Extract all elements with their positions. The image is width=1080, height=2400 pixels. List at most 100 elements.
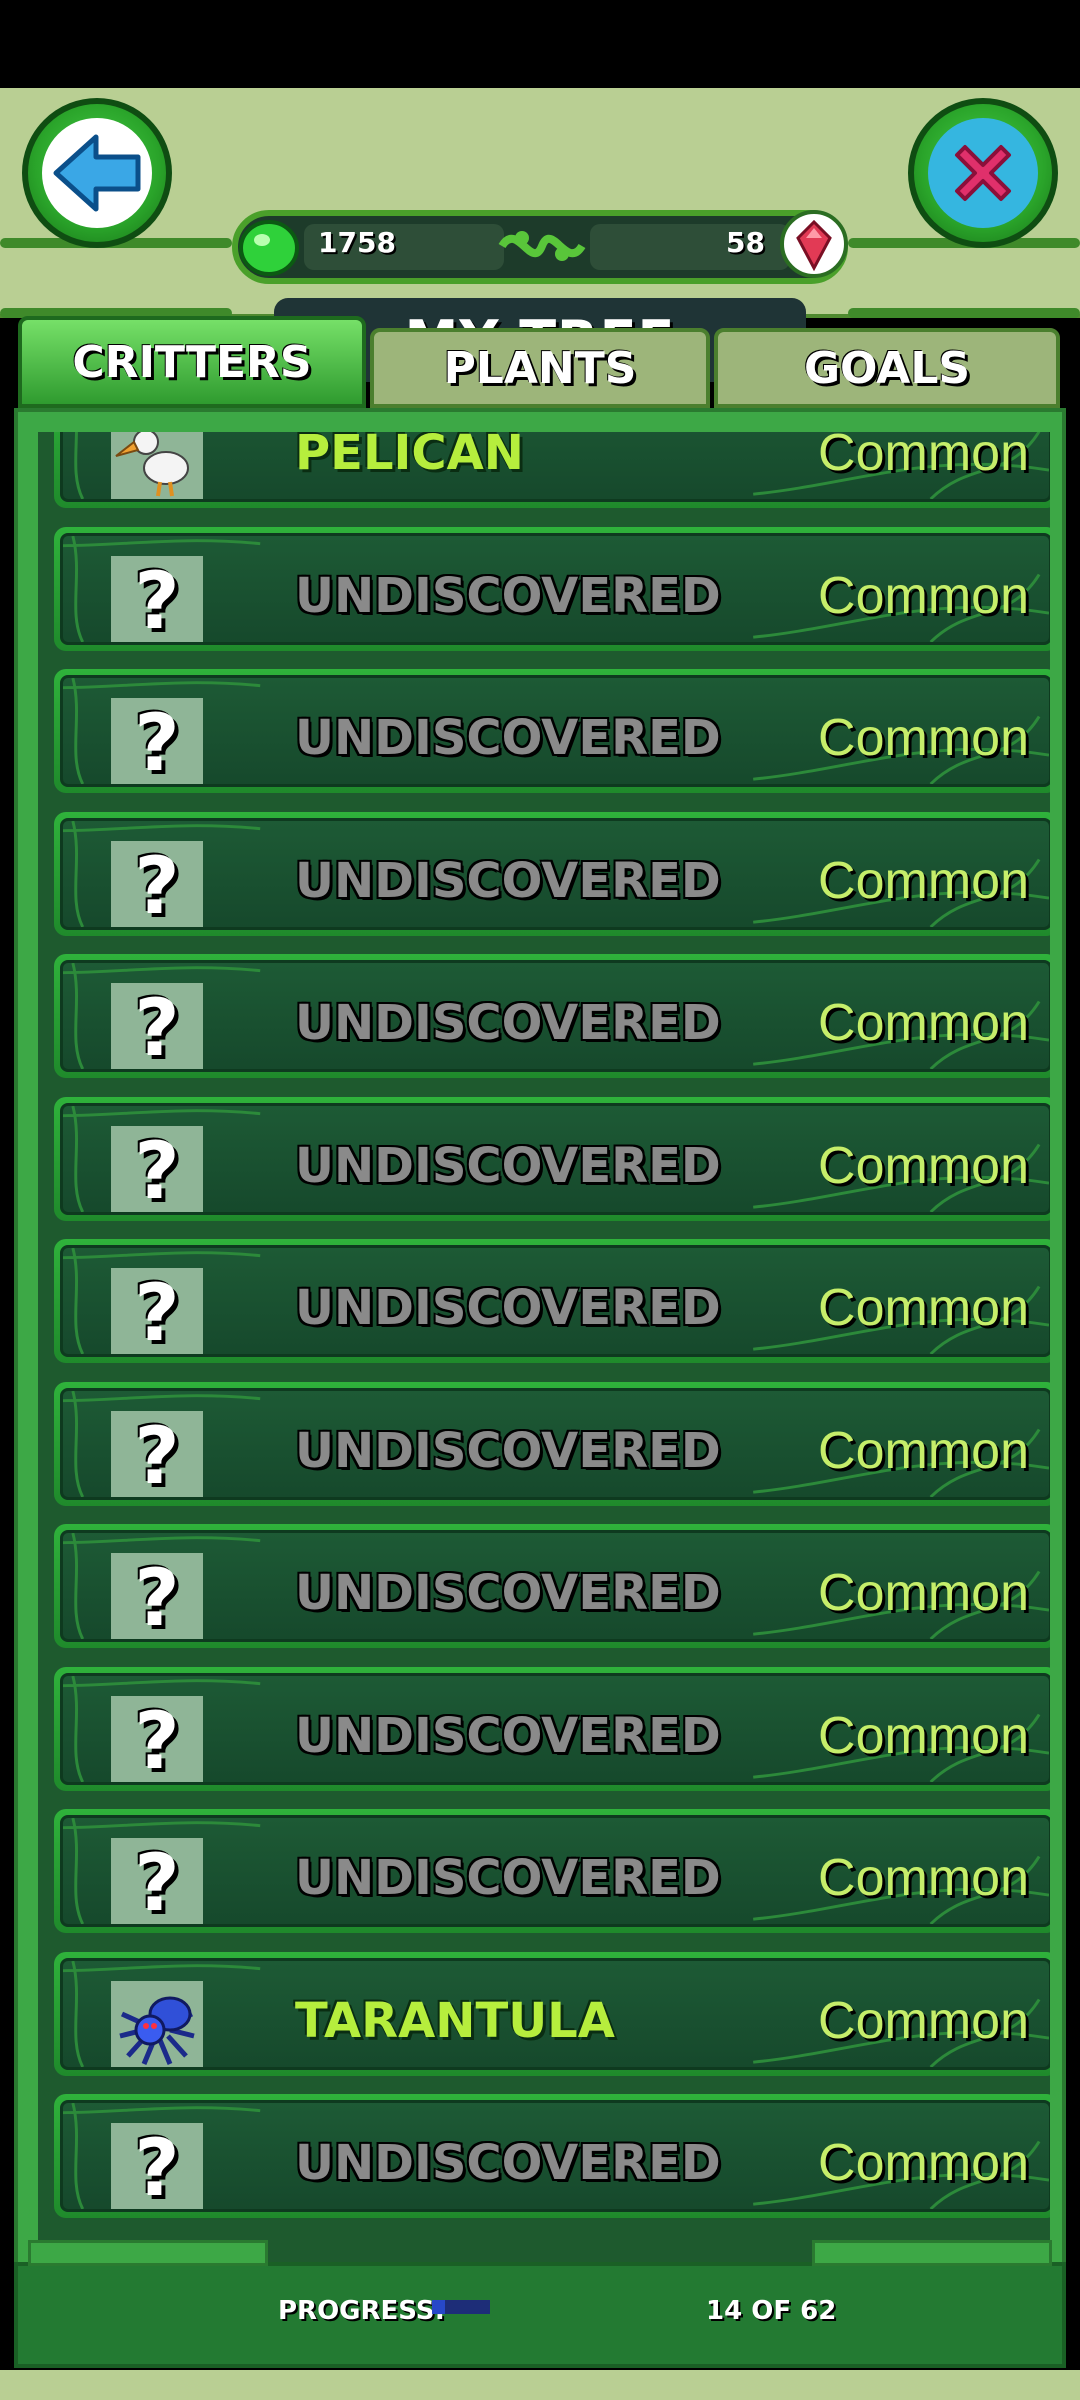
pelican-icon [115, 432, 189, 497]
critter-row-body: ? UNDISCOVERED Common [60, 1245, 1050, 1357]
question-mark-icon: ? [134, 984, 180, 1072]
question-mark-icon: ? [134, 2124, 180, 2212]
tab-goals[interactable]: GOALS [714, 328, 1060, 408]
critter-rarity: Common [818, 2134, 1029, 2192]
critter-name: UNDISCOVERED [295, 1565, 721, 1621]
critter-thumbnail: ? [111, 1268, 203, 1357]
header: 1758 58 MY TREE [0, 88, 1080, 382]
progress-bar-fill [432, 2300, 446, 2314]
back-button[interactable] [22, 98, 172, 248]
critter-row-body: ? UNDISCOVERED Common [60, 1102, 1050, 1215]
currency-bar: 1758 58 [232, 210, 848, 284]
critter-row[interactable]: ? UNDISCOVERED Common [54, 669, 1050, 793]
critter-thumbnail: ? [111, 840, 203, 930]
critter-name: UNDISCOVERED [295, 1422, 721, 1479]
question-mark-icon: ? [134, 1696, 180, 1785]
tab-label: GOALS [803, 342, 971, 394]
critter-row[interactable]: ? UNDISCOVERED Common [54, 526, 1050, 651]
critter-row[interactable]: TARANTULA Common [54, 1951, 1050, 2076]
tab-plants[interactable]: PLANTS [370, 328, 710, 408]
critter-row-body: ? UNDISCOVERED Common [60, 1815, 1050, 1927]
critter-thumbnail: ? [111, 2123, 203, 2212]
progress-footer: PROGRESS: 14 OF 62 [14, 2240, 1066, 2368]
tab-critters[interactable]: CRITTERS [18, 316, 366, 408]
close-button[interactable] [908, 98, 1058, 248]
critter-row[interactable]: ? UNDISCOVERED Common [54, 1096, 1050, 1221]
critter-row-body: ? UNDISCOVERED Common [60, 2100, 1050, 2212]
critter-rarity: Common [818, 1706, 1029, 1765]
red-gem-icon [780, 210, 848, 278]
critter-name: UNDISCOVERED [295, 995, 721, 1051]
critter-row-body: TARANTULA Common [60, 1957, 1050, 2070]
critter-thumbnail [111, 1980, 203, 2067]
critter-row[interactable]: ? UNDISCOVERED Common [54, 954, 1050, 1078]
progress-bar [432, 2300, 490, 2314]
critter-name: UNDISCOVERED [295, 710, 721, 766]
critter-row-body: ? UNDISCOVERED Common [60, 675, 1050, 787]
critter-rarity: Common [818, 432, 1029, 482]
question-mark-icon: ? [134, 1839, 180, 1927]
progress-label: PROGRESS: [278, 2296, 445, 2326]
tab-bar: CRITTERS PLANTS GOALS [18, 316, 1062, 410]
critter-row-body: ? UNDISCOVERED Common [60, 960, 1050, 1072]
green-gem-icon [239, 220, 299, 276]
critter-name: UNDISCOVERED [295, 1850, 721, 1906]
critter-row-body: ? UNDISCOVERED Common [60, 817, 1050, 930]
critter-rarity: Common [818, 1421, 1029, 1480]
question-mark-icon: ? [134, 841, 180, 930]
critter-row-body: ? UNDISCOVERED Common [60, 1672, 1050, 1785]
critter-name: UNDISCOVERED [295, 852, 721, 909]
critter-rarity: Common [818, 994, 1029, 1052]
tab-label: CRITTERS [72, 336, 312, 388]
critter-row[interactable]: ? UNDISCOVERED Common [54, 1381, 1050, 1506]
question-mark-icon: ? [134, 699, 180, 787]
tarantula-icon [119, 1996, 195, 2065]
critter-rarity: Common [818, 1849, 1029, 1907]
question-mark-icon: ? [134, 1269, 180, 1357]
critter-thumbnail: ? [111, 1410, 203, 1500]
critter-rarity: Common [818, 1564, 1029, 1622]
critter-name: PELICAN [295, 432, 524, 481]
critter-row[interactable]: ? UNDISCOVERED Common [54, 1666, 1050, 1791]
progress-count: 14 OF 62 [706, 2296, 837, 2326]
critter-rarity: Common [818, 709, 1029, 767]
critter-name: UNDISCOVERED [295, 1280, 721, 1336]
status-bar [0, 0, 1080, 88]
bottom-strip [0, 2370, 1080, 2400]
critter-thumbnail: ? [111, 698, 203, 787]
critter-thumbnail: ? [111, 983, 203, 1072]
critter-row[interactable]: ? UNDISCOVERED Common [54, 2094, 1050, 2218]
left-arrow-icon [53, 134, 141, 212]
critter-rarity: Common [818, 1991, 1029, 2050]
critter-list[interactable]: PELICAN Common? UNDISCOVERED Common? UNDISCO… [38, 432, 1050, 2274]
question-mark-icon: ? [134, 1126, 180, 1215]
critter-thumbnail: ? [111, 1553, 203, 1642]
critter-rarity: Common [818, 1279, 1029, 1337]
critters-panel: PELICAN Common? UNDISCOVERED Common? UNDISCO… [14, 408, 1066, 2290]
critter-thumbnail: ? [111, 1125, 203, 1215]
question-mark-icon: ? [134, 1411, 180, 1500]
critter-name: UNDISCOVERED [295, 1137, 721, 1194]
critter-name: UNDISCOVERED [295, 1707, 721, 1764]
critter-row-body: PELICAN Common [60, 432, 1050, 502]
critter-row-body: ? UNDISCOVERED Common [60, 532, 1050, 645]
red-gem-count: 58 [726, 226, 765, 259]
critter-row[interactable]: PELICAN Common [54, 432, 1050, 508]
critter-thumbnail: ? [111, 555, 203, 645]
critter-thumbnail: ? [111, 1695, 203, 1785]
green-gem-count: 1758 [318, 226, 396, 259]
critter-thumbnail [111, 432, 203, 499]
question-mark-icon: ? [134, 556, 180, 645]
critter-row[interactable]: ? UNDISCOVERED Common [54, 1239, 1050, 1363]
critter-rarity: Common [818, 566, 1029, 625]
x-icon [955, 145, 1011, 201]
critter-row[interactable]: ? UNDISCOVERED Common [54, 1809, 1050, 1933]
critter-row[interactable]: ? UNDISCOVERED Common [54, 1524, 1050, 1648]
critter-row-body: ? UNDISCOVERED Common [60, 1530, 1050, 1642]
critter-row-body: ? UNDISCOVERED Common [60, 1387, 1050, 1500]
critter-rarity: Common [818, 1136, 1029, 1195]
question-mark-icon: ? [134, 1554, 180, 1642]
critter-row[interactable]: ? UNDISCOVERED Common [54, 811, 1050, 936]
critter-thumbnail: ? [111, 1838, 203, 1927]
critter-name: UNDISCOVERED [295, 2135, 721, 2191]
